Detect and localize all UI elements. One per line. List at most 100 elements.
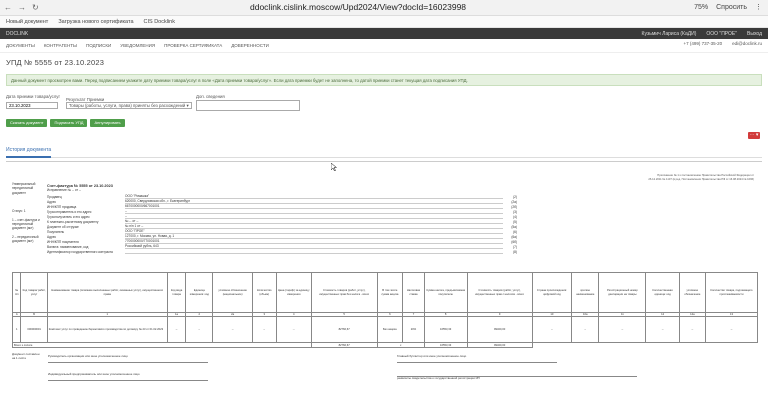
pages-label: Документ составлен на 1 листе bbox=[12, 352, 40, 360]
invoice-field: ИНН/КПП продавца 6670000000/667001001 (2б) bbox=[47, 204, 517, 209]
download-button[interactable]: Скачать документ bbox=[6, 119, 48, 127]
browser-toolbar: ← → ↻ ddoclink.cislink.moscow/Upd2024/Vi… bbox=[0, 0, 768, 16]
menu-notifications[interactable]: УВЕДОМЛЕНИЯ bbox=[120, 43, 155, 48]
menu-icon[interactable]: ⋮ bbox=[755, 3, 762, 11]
invoice-field-n: (2а) bbox=[511, 199, 517, 204]
invoice-field-k: Покупатель bbox=[47, 229, 65, 234]
table-header-cell: Количественная единица: код bbox=[645, 272, 680, 313]
table-cell: Комплекс услуг по проведению бережливого… bbox=[46, 316, 168, 343]
mouse-cursor-icon bbox=[331, 163, 337, 171]
delete-dropdown-button[interactable]: ⋯ ▾ bbox=[748, 132, 760, 139]
bookmark-item[interactable]: Новый документ bbox=[6, 19, 48, 25]
goods-table: № п/п Код товара/ работ, услуг Наименовани… bbox=[11, 272, 759, 348]
zoom-level[interactable]: 75% bbox=[694, 4, 708, 11]
ip-reg-label: реквизиты свидетельства о государственно… bbox=[397, 373, 647, 381]
app-logo[interactable]: DOCLINK bbox=[6, 31, 28, 37]
org-selector[interactable]: ООО "ПРОЕ" bbox=[706, 31, 737, 37]
menu-poa[interactable]: ДОВЕРЕННОСТИ bbox=[231, 43, 269, 48]
phone: +7 (499) 737-35-20 bbox=[683, 41, 723, 46]
table-header-row: № п/п Код товара/ работ, услуг Наименовани… bbox=[11, 272, 759, 313]
bookmark-item[interactable]: Загрузка нового сертификата bbox=[58, 19, 133, 25]
table-cell: -- bbox=[531, 316, 573, 343]
table-cell: -- bbox=[678, 316, 706, 343]
menu-documents[interactable]: ДОКУМЕНТЫ bbox=[6, 43, 35, 48]
table-cell: -- bbox=[185, 316, 214, 343]
exit-link[interactable]: Выход bbox=[747, 31, 762, 37]
tabs: История документа bbox=[6, 146, 762, 158]
table-header-cell: Количество товара, подлежащего прослежив… bbox=[704, 272, 759, 313]
doc-left-column: Универсальный передаточный документ Стат… bbox=[12, 182, 44, 244]
table-header-cell: Количество (объем) bbox=[252, 272, 277, 313]
invoice-field-v: 620000, Свердловская обл., г. Екатеринбу… bbox=[125, 199, 503, 204]
sign-button[interactable]: Подписать УПД bbox=[50, 119, 88, 127]
table-cell: -- bbox=[704, 316, 759, 343]
date-input[interactable] bbox=[6, 102, 58, 109]
user-name[interactable]: Кузьмич Лариса (КаДИ) bbox=[642, 31, 697, 37]
menu-subscriptions[interactable]: ПОДПИСКИ bbox=[86, 43, 111, 48]
bookmark-item[interactable]: CIS Docklink bbox=[144, 19, 175, 25]
main-menu: ДОКУМЕНТЫ КОНТРАГЕНТЫ ПОДПИСКИ УВЕДОМЛЕН… bbox=[0, 39, 768, 53]
invoice-field-v: 127000, г. Москва, ул. Новая, д. 1 bbox=[125, 234, 503, 239]
table-cell: -- bbox=[598, 316, 647, 343]
sig-ip: Индивидуальный предприниматель или иное … bbox=[48, 372, 208, 381]
table-header-cell: Наименование товара (описание выполненны… bbox=[46, 272, 168, 313]
table-cell: 1 bbox=[11, 316, 22, 343]
invoice-field-v: ООО "Ромашка" bbox=[125, 194, 503, 199]
forward-icon[interactable]: → bbox=[18, 3, 26, 12]
table-cell: 99320,00 bbox=[466, 316, 533, 343]
comment-textarea[interactable] bbox=[196, 100, 300, 111]
legal-note: Приложение № 1 к постановлению Правитель… bbox=[648, 174, 754, 181]
menu-cert-check[interactable]: ПРОВЕРКА СЕРТИФИКАТА bbox=[164, 43, 222, 48]
menu-contractors[interactable]: КОНТРАГЕНТЫ bbox=[44, 43, 77, 48]
table-cell: 20% bbox=[402, 316, 425, 343]
action-buttons: Скачать документ Подписать УПД Аннулиров… bbox=[6, 119, 125, 127]
back-icon[interactable]: ← bbox=[4, 3, 12, 12]
table-row: 1 000000001 Комплекс услуг по проведению б… bbox=[11, 316, 759, 343]
invoice-field-k: Грузоотправитель и его адрес bbox=[47, 209, 92, 214]
table-cell: 82766,67 bbox=[310, 316, 378, 343]
ask-button[interactable]: Спросить bbox=[716, 4, 747, 11]
reload-icon[interactable]: ↻ bbox=[32, 3, 39, 12]
table-header-cell: краткое наименование bbox=[571, 272, 600, 313]
result-select[interactable]: Товары (работы, услуги, права) приняты б… bbox=[66, 102, 192, 109]
table-cell: Без акциза bbox=[376, 316, 404, 343]
invoice-field-n: (5) bbox=[513, 219, 517, 224]
invoice-field-k: Адрес bbox=[47, 199, 57, 204]
table-header-cell: условное обозначение bbox=[678, 272, 706, 313]
invoice-field-v: ООО "ПРОЕ" bbox=[125, 229, 503, 234]
invoice-field-n: (7) bbox=[513, 244, 517, 249]
invoice-field-v: № п/п 1 от -- bbox=[125, 224, 503, 229]
info-banner: Данный документ просмотрен вами. Перед п… bbox=[6, 74, 762, 86]
status-label: Статус: 1 bbox=[12, 209, 26, 214]
table-header-cell: В том числе сумма акциза bbox=[376, 272, 404, 313]
browser-actions: 75% Спросить ⋮ bbox=[694, 3, 762, 12]
invoice-field-v: № -- от -- bbox=[125, 219, 503, 224]
invoice-field-n: (4) bbox=[513, 214, 517, 219]
invoice-field-k: Адрес bbox=[47, 234, 57, 239]
table-header-cell: Регистрационный номер декларации на това… bbox=[598, 272, 647, 313]
table-cell: -- bbox=[645, 316, 680, 343]
invoice-field-n: (6) bbox=[513, 229, 517, 234]
invoice-field-v: 7700000000/770001001 bbox=[125, 239, 503, 244]
table-header-cell: Код товара/ работ, услуг bbox=[20, 272, 48, 313]
table-cell: 000000001 bbox=[20, 316, 48, 343]
table-cell: -- bbox=[571, 316, 600, 343]
tab-history[interactable]: История документа bbox=[6, 146, 52, 158]
sig-manager: Руководитель организации или иное уполно… bbox=[48, 354, 208, 363]
email[interactable]: edi@doclink.ru bbox=[732, 41, 762, 46]
invoice-title: Счет-фактура № 5555 от 23.10.2023 Исправ… bbox=[47, 184, 113, 192]
bookmarks-bar: Новый документ Загрузка нового сертифика… bbox=[0, 16, 768, 28]
invoice-field-n: (6б) bbox=[511, 239, 517, 244]
invoice-field-n: (5а) bbox=[511, 224, 517, 229]
address-bar[interactable]: ddoclink.cislink.moscow/Upd2024/View?doc… bbox=[250, 2, 466, 12]
reject-button[interactable]: Аннулировать bbox=[90, 119, 125, 127]
browser-nav: ← → ↻ bbox=[4, 3, 39, 12]
status-1-label: 1 – счет-фактура и передаточный документ… bbox=[12, 217, 40, 231]
invoice-field-n: (6а) bbox=[511, 234, 517, 239]
invoice-fields: Продавец ООО "Ромашка" (2) Адрес 620000, Све… bbox=[47, 194, 517, 254]
table-header-cell: условное обозначение (национальное) bbox=[212, 272, 253, 313]
total-label: Всего к оплате bbox=[12, 342, 312, 348]
table-header-cell: Стоимость товаров (работ, услуг), имущес… bbox=[466, 272, 533, 313]
invoice-field-v: Российский рубль, 643 bbox=[125, 244, 503, 249]
divider bbox=[6, 161, 762, 162]
